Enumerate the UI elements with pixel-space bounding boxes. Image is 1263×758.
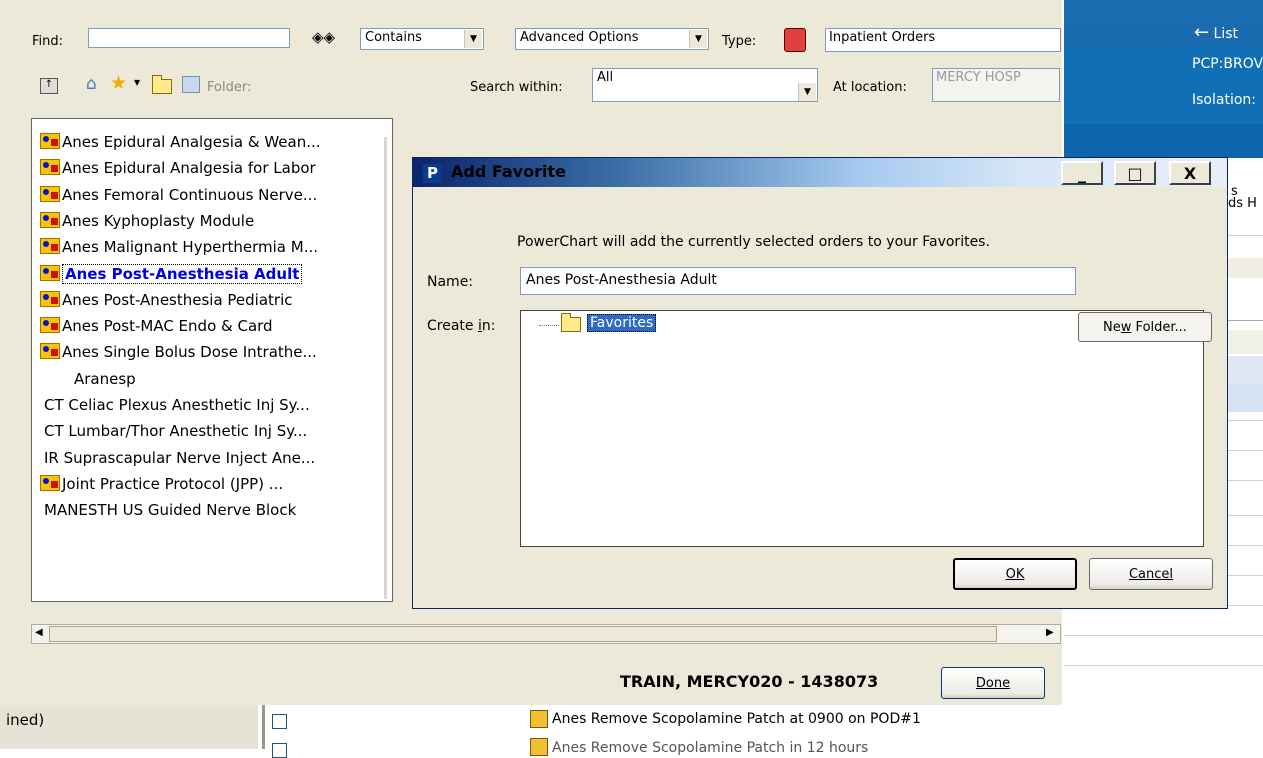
list-item-label: Aranesp — [74, 369, 136, 388]
list-item[interactable]: CT Celiac Plexus Anesthetic Inj Sy... — [44, 394, 310, 416]
list-item[interactable]: Anes Kyphoplasty Module — [40, 210, 254, 232]
advanced-options-select[interactable]: Advanced Options ▼ — [515, 28, 709, 50]
orderset-icon — [40, 238, 60, 255]
list-item[interactable]: Anes Epidural Analgesia for Labor — [40, 157, 316, 179]
orderset-icon — [40, 343, 60, 360]
cancel-button[interactable]: Cancel — [1089, 558, 1213, 590]
order-checkbox[interactable] — [272, 743, 287, 758]
match-type-select[interactable]: Contains ▼ — [360, 28, 484, 50]
star-icon[interactable]: ★ — [110, 72, 127, 94]
search-within-select[interactable]: All ▼ — [592, 68, 818, 102]
order-type-icon — [784, 28, 806, 52]
orderset-icon — [40, 159, 60, 176]
order-text: Anes Remove Scopolamine Patch at 0900 on… — [552, 711, 921, 727]
chevron-down-icon: ▼ — [464, 30, 482, 48]
type-label: Type: — [722, 34, 757, 49]
isolation-label: Isolation: — [1192, 92, 1256, 108]
orderset-icon — [40, 133, 60, 149]
list-item-label: Anes Post-Anesthesia Pediatric — [62, 290, 293, 309]
copy-icon[interactable] — [182, 76, 200, 93]
close-button[interactable]: X — [1169, 161, 1211, 185]
patient-header: ← List PCP:BROV Isolation: — [1064, 0, 1263, 158]
powerchart-icon: P — [423, 164, 442, 183]
arrow-left-icon: ← — [1194, 22, 1210, 43]
scroll-left-icon[interactable]: ◀ — [35, 627, 43, 638]
list-item-label: Anes Malignant Hyperthermia M... — [62, 238, 319, 257]
create-in-label: Create in: — [427, 318, 496, 334]
search-within-label: Search within: — [470, 80, 563, 95]
binoculars-icon[interactable]: ◈◈ — [312, 28, 335, 46]
chevron-down-icon: ▼ — [798, 83, 816, 101]
find-label: Find: — [32, 34, 64, 49]
list-item[interactable]: CT Lumbar/Thor Anesthetic Inj Sy... — [44, 420, 307, 442]
pcp-label: PCP:BROV — [1192, 56, 1263, 72]
orders-results-list: Anes Epidural Analgesia & Wean... Anes Ep… — [31, 118, 393, 602]
up-folder-icon[interactable]: ↑ — [40, 78, 58, 94]
orderset-icon — [40, 474, 60, 491]
list-item[interactable]: Anes Single Bolus Dose Intrathe... — [40, 341, 317, 363]
list-button[interactable]: ← List — [1194, 22, 1238, 43]
name-field[interactable]: Anes Post-Anesthesia Adult — [520, 267, 1076, 295]
dialog-title: Add Favorite — [451, 162, 566, 181]
list-item-label: Anes Epidural Analgesia for Labor — [62, 159, 316, 178]
location-field[interactable]: MERCY HOSP — [932, 68, 1060, 102]
orderset-icon — [40, 264, 60, 281]
chevron-down-icon[interactable]: ▼ — [134, 78, 140, 87]
list-item[interactable]: Anes Post-Anesthesia Pediatric — [40, 289, 293, 311]
list-item[interactable]: Anes Malignant Hyperthermia M... — [40, 236, 318, 258]
at-location-label: At location: — [833, 80, 907, 95]
list-item-label: CT Lumbar/Thor Anesthetic Inj Sy... — [44, 422, 308, 441]
chevron-down-icon: ▼ — [689, 30, 707, 48]
folder-icon — [561, 313, 581, 334]
folder-icon[interactable] — [152, 75, 172, 96]
folder-tree[interactable]: Favorites — [520, 310, 1204, 547]
orderset-icon — [40, 317, 60, 334]
scroll-right-icon[interactable]: ▶ — [1046, 627, 1054, 638]
name-label: Name: — [427, 274, 474, 290]
new-folder-button[interactable]: Ne w Folder... — [1078, 312, 1212, 342]
done-button[interactable]: Done — [941, 667, 1045, 699]
home-icon[interactable]: ⌂ — [86, 74, 97, 94]
list-item[interactable]: Aranesp — [74, 368, 136, 390]
list-item-label: Anes Femoral Continuous Nerve... — [62, 185, 318, 204]
tree-item-favorites[interactable]: Favorites — [587, 314, 657, 332]
minimize-button[interactable]: _ — [1061, 161, 1103, 185]
scroll-thumb[interactable] — [49, 626, 997, 642]
orderset-icon — [530, 738, 548, 756]
list-item-label: MANESTH US Guided Nerve Block — [44, 501, 297, 520]
list-item-label: Anes Post-Anesthesia Adult — [62, 263, 303, 284]
list-item[interactable]: Anes Femoral Continuous Nerve... — [40, 184, 317, 206]
orderset-icon — [530, 710, 548, 728]
orderset-icon — [40, 185, 60, 202]
order-checkbox[interactable] — [272, 714, 287, 729]
list-item-label: Anes Post-MAC Endo & Card — [62, 317, 273, 336]
list-item[interactable]: MANESTH US Guided Nerve Block — [44, 499, 296, 521]
list-item[interactable]: IR Suprascapular Nerve Inject Ane... — [44, 447, 315, 469]
list-item-label: Anes Kyphoplasty Module — [62, 211, 255, 230]
list-item[interactable]: Anes Epidural Analgesia & Wean... — [40, 131, 321, 153]
find-input[interactable] — [88, 28, 290, 48]
list-item[interactable]: Joint Practice Protocol (JPP) ... — [40, 473, 283, 495]
order-text: Anes Remove Scopolamine Patch in 12 hour… — [552, 740, 869, 756]
list-item[interactable]: Anes Post-MAC Endo & Card — [40, 315, 273, 337]
list-item-label: Anes Single Bolus Dose Intrathe... — [62, 343, 317, 362]
list-item[interactable]: Anes Post-Anesthesia Adult — [40, 263, 303, 285]
ok-button[interactable]: OK — [953, 558, 1077, 590]
orderset-icon — [40, 211, 60, 228]
type-field[interactable]: Inpatient Orders — [825, 28, 1061, 52]
maximize-button[interactable]: □ — [1114, 161, 1156, 185]
dialog-message: PowerChart will add the currently select… — [517, 234, 990, 250]
dialog-title-bar[interactable]: P Add Favorite _ □ X — [413, 158, 1227, 187]
list-item-label: Joint Practice Protocol (JPP) ... — [62, 474, 284, 493]
list-item-label: Anes Epidural Analgesia & Wean... — [62, 133, 321, 151]
patient-banner: TRAIN, MERCY020 - 1438073 — [620, 672, 879, 691]
orders-strip: ined) Anes Remove Scopolamine Patch at 0… — [0, 705, 1263, 758]
orderset-icon — [40, 290, 60, 307]
list-item-label: IR Suprascapular Nerve Inject Ane... — [44, 448, 316, 467]
list-item-label: CT Celiac Plexus Anesthetic Inj Sy... — [44, 396, 310, 414]
add-favorite-dialog: P Add Favorite _ □ X PowerChart will add… — [412, 157, 1228, 609]
horizontal-scrollbar[interactable]: ◀ ▶ — [31, 624, 1061, 644]
status-text: ined) — [6, 711, 45, 729]
folder-label: Folder: — [207, 80, 252, 95]
